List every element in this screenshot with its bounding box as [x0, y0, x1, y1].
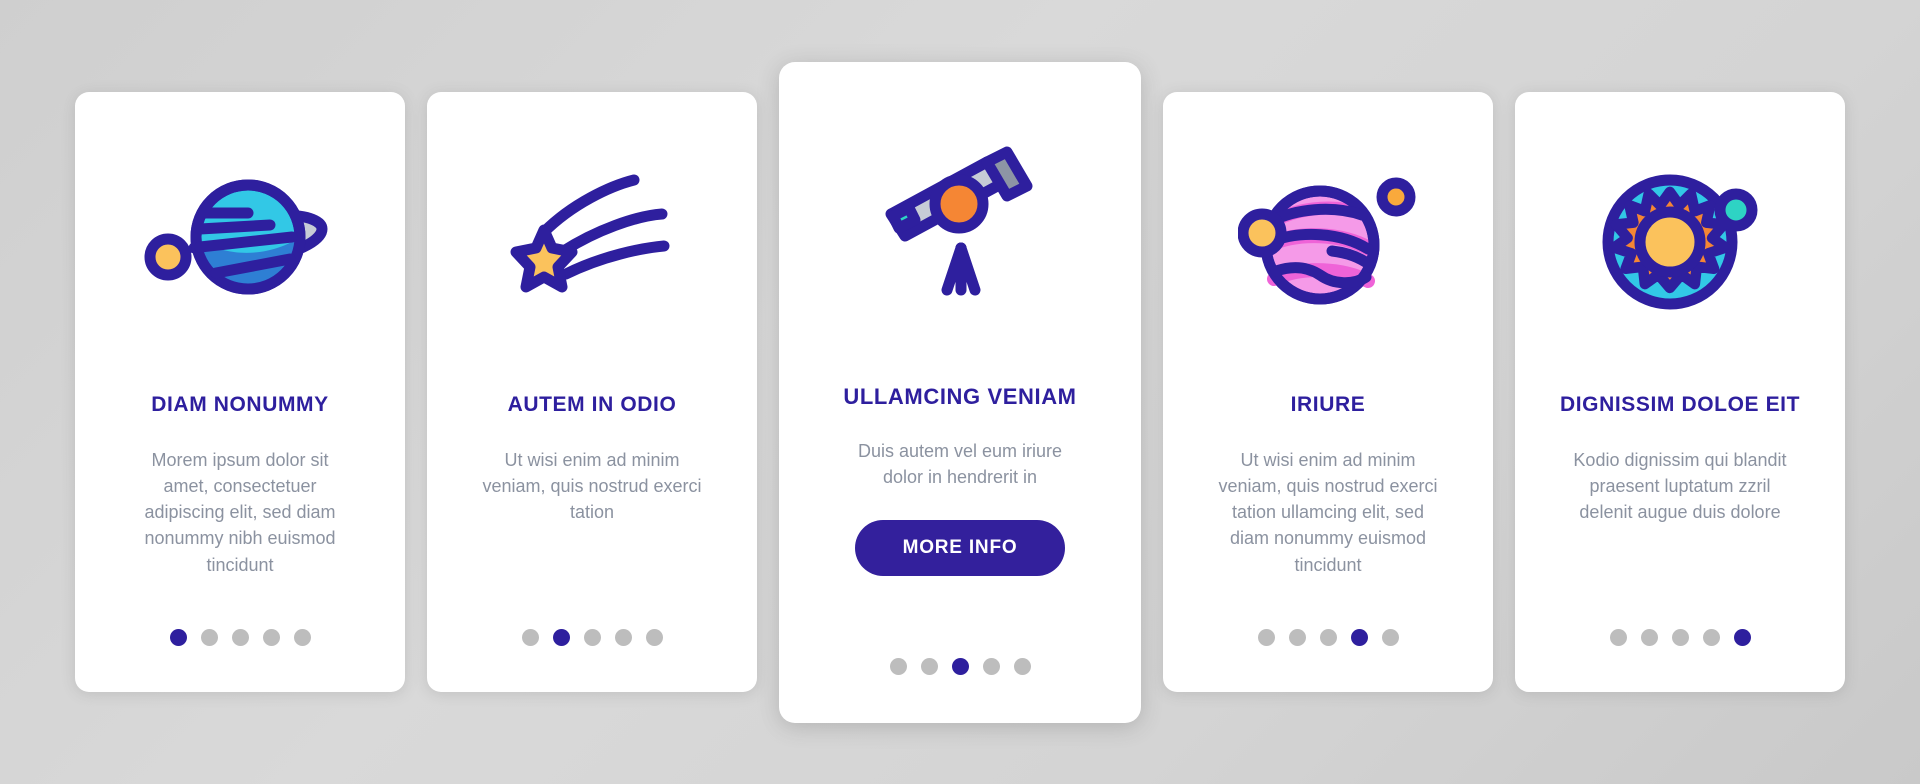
- pagination-dot-4[interactable]: [614, 629, 632, 646]
- pagination-dot-3[interactable]: [1671, 629, 1689, 646]
- pagination-dot-3[interactable]: [1319, 629, 1337, 646]
- pagination-dot-1[interactable]: [521, 629, 539, 646]
- sun-orbit-icon: [1515, 92, 1845, 392]
- pagination-dot-1[interactable]: [1257, 629, 1275, 646]
- pagination-dot-4[interactable]: [982, 657, 1000, 675]
- pagination-dot-2[interactable]: [1288, 629, 1306, 646]
- shooting-star-icon: [427, 92, 757, 392]
- pink-planet-moons-icon: [1163, 92, 1493, 392]
- pagination-dot-4[interactable]: [1702, 629, 1720, 646]
- onboarding-card-carousel: DIAM NONUMMY Morem ipsum dolor sit amet,…: [0, 0, 1920, 784]
- onboarding-card-2[interactable]: AUTEM IN ODIO Ut wisi enim ad minim veni…: [427, 92, 757, 692]
- pagination-dot-5[interactable]: [293, 629, 311, 646]
- card-title: DIGNISSIM DOLOE EIT: [1559, 393, 1801, 416]
- pagination-dot-5[interactable]: [1381, 629, 1399, 646]
- pagination-dot-1[interactable]: [889, 657, 907, 675]
- card-title: DIAM NONUMMY: [151, 393, 329, 416]
- card-description: Morem ipsum dolor sit amet, consectetuer…: [144, 450, 336, 575]
- pagination-dots: [1515, 629, 1845, 646]
- pagination-dot-5[interactable]: [1733, 629, 1751, 646]
- pagination-dots: [427, 629, 757, 646]
- pagination-dot-4[interactable]: [1350, 629, 1368, 646]
- saturn-planet-icon: [75, 92, 405, 392]
- pagination-dot-2[interactable]: [552, 629, 570, 646]
- card-description: Ut wisi enim ad minim veniam, quis nostr…: [1218, 450, 1438, 575]
- pagination-dot-5[interactable]: [645, 629, 663, 646]
- card-description: Duis autem vel eum iriure dolor in hendr…: [857, 440, 1063, 487]
- pagination-dots: [75, 629, 405, 646]
- card-title: ULLAMCING VENIAM: [843, 383, 1077, 409]
- onboarding-card-1[interactable]: DIAM NONUMMY Morem ipsum dolor sit amet,…: [75, 92, 405, 692]
- card-title: IRIURE: [1290, 393, 1366, 416]
- pagination-dot-1[interactable]: [169, 629, 187, 646]
- telescope-icon: [779, 62, 1141, 384]
- more-info-button[interactable]: MORE INFO: [854, 520, 1066, 577]
- onboarding-card-4[interactable]: IRIURE Ut wisi enim ad minim veniam, qui…: [1163, 92, 1493, 692]
- pagination-dots: [779, 657, 1141, 675]
- pagination-dot-3[interactable]: [583, 629, 601, 646]
- pagination-dot-3[interactable]: [951, 657, 969, 675]
- pagination-dot-3[interactable]: [231, 629, 249, 646]
- card-description: Kodio dignissim qui blandit praesent lup…: [1573, 450, 1787, 523]
- onboarding-card-3-featured[interactable]: ULLAMCING VENIAM Duis autem vel eum iriu…: [779, 61, 1141, 723]
- pagination-dot-2[interactable]: [200, 629, 218, 646]
- pagination-dots: [1163, 629, 1493, 646]
- onboarding-card-5[interactable]: DIGNISSIM DOLOE EIT Kodio dignissim qui …: [1515, 92, 1845, 692]
- pagination-dot-2[interactable]: [1640, 629, 1658, 646]
- card-title: AUTEM IN ODIO: [507, 393, 677, 416]
- pagination-dot-4[interactable]: [262, 629, 280, 646]
- card-description: Ut wisi enim ad minim veniam, quis nostr…: [482, 450, 702, 523]
- pagination-dot-5[interactable]: [1013, 657, 1031, 675]
- pagination-dot-2[interactable]: [920, 657, 938, 675]
- pagination-dot-1[interactable]: [1609, 629, 1627, 646]
